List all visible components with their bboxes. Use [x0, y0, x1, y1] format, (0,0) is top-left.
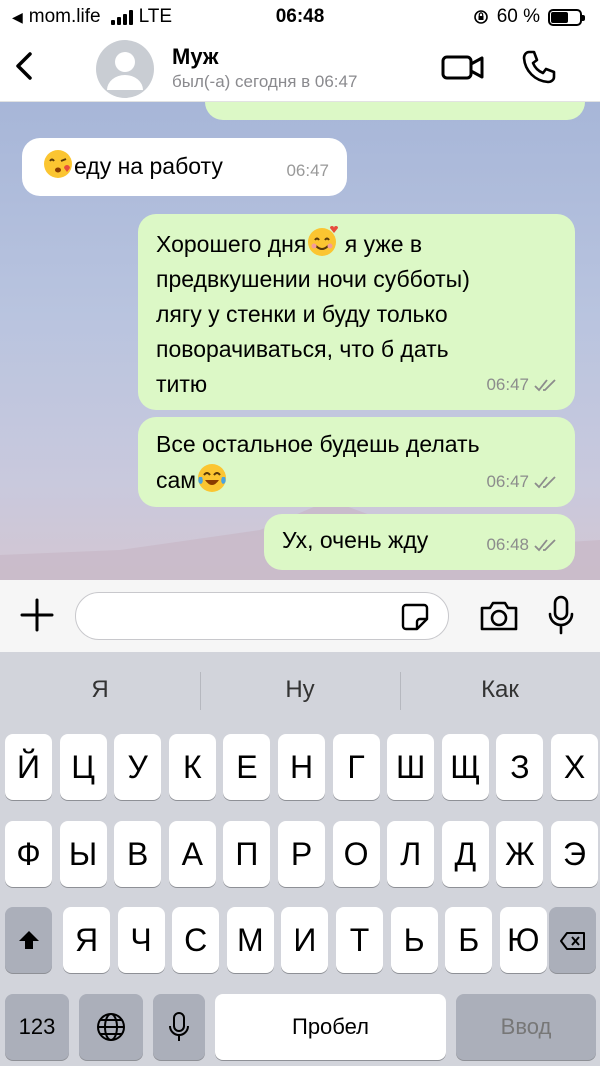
keyboard: Я Ну Как ЙЦУКЕНГШЩЗХФЫВАПРОЛДЖЭЯЧСМИТЬБЮ… [0, 652, 600, 1066]
letter-key[interactable]: Б [445, 907, 493, 973]
globe-key[interactable] [79, 994, 143, 1060]
message-time: 06:46 [512, 102, 555, 112]
letter-key[interactable]: Ф [5, 821, 52, 887]
letter-key[interactable]: Ю [499, 907, 547, 973]
letter-key[interactable]: У [114, 734, 162, 800]
delete-icon [559, 932, 585, 950]
battery-percent: 60 % [496, 6, 540, 27]
letter-key[interactable]: Ы [59, 821, 107, 887]
message-bubble-outgoing[interactable]: Хорошего дня я уже в предвкушении ночи с… [138, 214, 575, 410]
kissing-face-icon [44, 150, 72, 178]
last-seen-status: был(-а) сегодня в 06:47 [172, 72, 358, 91]
letter-key[interactable]: Е [223, 734, 271, 800]
suggestion[interactable]: Ну [200, 676, 400, 704]
message-meta: 06:47 [286, 153, 329, 188]
letter-key[interactable]: К [168, 734, 216, 800]
camera-icon[interactable] [478, 598, 520, 634]
letter-key[interactable]: В [114, 821, 162, 887]
message-meta: 06:46 [512, 102, 555, 112]
letter-key[interactable]: И [281, 907, 329, 973]
message-text: Ух, очень жду [282, 527, 429, 553]
letter-key[interactable]: Ч [117, 907, 165, 973]
phone-call-icon[interactable] [520, 48, 558, 86]
suggestion[interactable]: Как [400, 676, 600, 704]
message-time: 06:47 [486, 375, 529, 394]
letter-key[interactable]: С [172, 907, 220, 973]
avatar[interactable] [96, 40, 154, 98]
letter-key[interactable]: Я [63, 907, 110, 973]
suggestion-bar: Я Ну Как [0, 652, 600, 730]
message-meta: 06:47 [486, 464, 559, 499]
numbers-key[interactable]: 123 [5, 994, 69, 1060]
globe-icon [97, 1013, 125, 1041]
letter-key[interactable]: Т [336, 907, 383, 973]
back-app-name[interactable]: mom.life [29, 6, 101, 28]
letter-key[interactable]: Й [5, 734, 52, 800]
letter-key[interactable]: М [226, 907, 274, 973]
message-input[interactable] [75, 592, 449, 640]
letter-key[interactable]: Р [278, 821, 325, 887]
letter-key[interactable]: Л [387, 821, 435, 887]
message-bubble-outgoing[interactable]: Ух, очень жду 06:48 [264, 514, 575, 570]
video-call-icon[interactable] [440, 50, 486, 84]
tears-of-joy-icon [198, 464, 227, 492]
back-to-app-icon[interactable]: ◀ [12, 9, 23, 26]
backspace-key[interactable] [549, 907, 596, 973]
letter-key[interactable]: Ж [496, 821, 544, 887]
message-input-bar [0, 580, 600, 652]
shift-key[interactable] [5, 907, 52, 973]
sticker-icon[interactable] [400, 602, 430, 632]
smiling-face-with-hearts-icon [308, 226, 339, 256]
letter-key[interactable]: А [168, 821, 216, 887]
letter-key[interactable]: Н [278, 734, 325, 800]
chat-area[interactable]: 06:46 еду на работу 06:47 Хорошего дня я [0, 102, 600, 580]
letter-key[interactable]: З [496, 734, 544, 800]
letter-key[interactable]: Ш [387, 734, 435, 800]
letter-key[interactable]: Д [441, 821, 489, 887]
read-ticks-icon [534, 475, 556, 488]
space-key[interactable]: Пробел [215, 994, 446, 1060]
message-time: 06:48 [486, 535, 529, 554]
chat-header: Муж был(-а) сегодня в 06:47 [0, 34, 600, 102]
message-time: 06:47 [486, 472, 529, 491]
shift-arrow-icon [18, 931, 39, 949]
letter-key[interactable]: Щ [441, 734, 489, 800]
letter-key[interactable]: П [223, 821, 271, 887]
message-text: еду на работу [74, 153, 223, 179]
message-bubble-incoming[interactable]: еду на работу 06:47 [22, 138, 347, 196]
message-time: 06:47 [286, 161, 329, 180]
contact-name[interactable]: Муж [172, 44, 218, 70]
return-key[interactable]: Ввод [456, 994, 596, 1060]
letter-key[interactable]: Ь [390, 907, 438, 973]
status-bar: ◀ mom.life LTE 06:48 60 % [0, 0, 600, 34]
message-bubble-outgoing[interactable]: Все остальное будешь делать сам 06:47 [138, 417, 575, 507]
dictation-key[interactable] [153, 994, 205, 1060]
signal-icon [110, 9, 133, 25]
message-meta: 06:47 [486, 367, 559, 402]
user-placeholder-icon [107, 52, 143, 90]
message-meta: 06:48 [486, 527, 559, 562]
read-ticks-icon [534, 538, 556, 551]
suggestion[interactable]: Я [0, 676, 200, 704]
letter-key[interactable]: Ц [59, 734, 107, 800]
letter-key[interactable]: Г [332, 734, 380, 800]
network-label: LTE [138, 6, 173, 27]
read-ticks-icon [534, 378, 556, 391]
back-chevron-icon[interactable] [10, 48, 40, 84]
microphone-icon[interactable] [546, 594, 576, 636]
battery-icon [548, 8, 585, 26]
letter-key[interactable]: Э [551, 821, 598, 887]
message-bubble-outgoing[interactable]: 06:46 [205, 102, 585, 120]
orientation-lock-icon [473, 10, 488, 24]
microphone-icon [169, 1012, 189, 1041]
letter-key[interactable]: Х [551, 734, 598, 800]
plus-icon[interactable] [18, 596, 56, 634]
letter-key[interactable]: О [332, 821, 380, 887]
